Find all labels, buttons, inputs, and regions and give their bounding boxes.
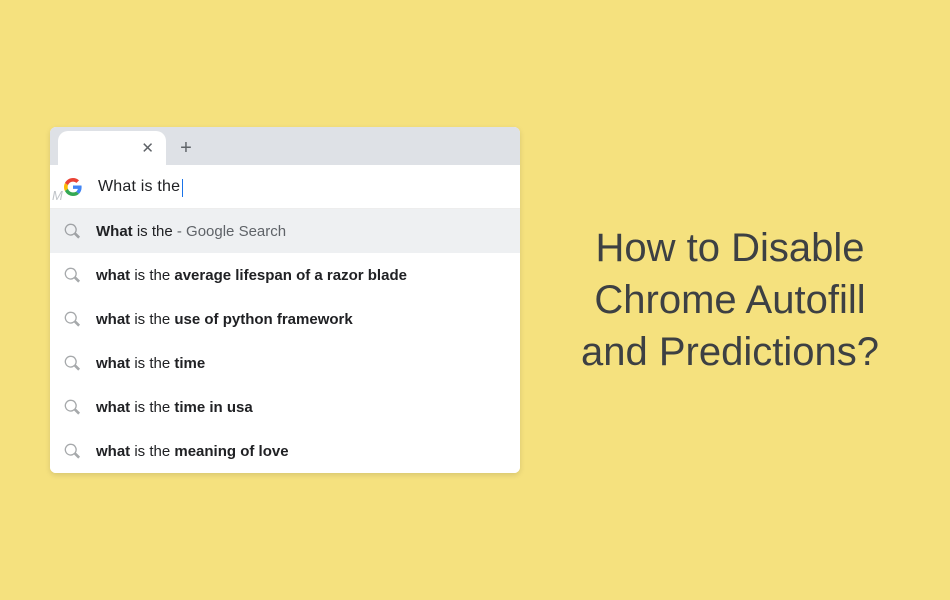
plus-icon: + xyxy=(180,138,192,158)
new-tab-button[interactable]: + xyxy=(172,134,200,162)
suggestion-text: what is the meaning of love xyxy=(96,443,289,460)
search-icon xyxy=(64,311,80,327)
close-icon[interactable]: ✕ xyxy=(141,141,154,156)
clipped-label: M xyxy=(52,188,63,203)
suggestion-text: what is the time xyxy=(96,355,205,372)
suggestion-text: what is the average lifespan of a razor … xyxy=(96,267,407,284)
search-icon xyxy=(64,267,80,283)
suggestion-item[interactable]: what is the meaning of love xyxy=(50,429,520,473)
text-cursor xyxy=(182,179,183,197)
suggestion-item[interactable]: what is the average lifespan of a razor … xyxy=(50,253,520,297)
suggestion-list: What is the - Google Search what is the … xyxy=(50,209,520,473)
suggestion-item[interactable]: what is the time in usa xyxy=(50,385,520,429)
headline-text: How to Disable Chrome Autofill and Predi… xyxy=(560,222,900,378)
search-icon xyxy=(64,399,80,415)
suggestion-item[interactable]: What is the - Google Search xyxy=(50,209,520,253)
browser-window: ✕ + What is the What is the - Google Sea… xyxy=(50,127,520,473)
search-icon xyxy=(64,355,80,371)
google-icon xyxy=(64,178,82,196)
suggestion-text: what is the time in usa xyxy=(96,399,253,416)
suggestion-text: What is the - Google Search xyxy=(96,223,286,240)
tab-strip: ✕ + xyxy=(50,127,520,165)
suggestion-item[interactable]: what is the time xyxy=(50,341,520,385)
suggestion-item[interactable]: what is the use of python framework xyxy=(50,297,520,341)
address-bar[interactable]: What is the xyxy=(50,165,520,209)
omnibox-input[interactable]: What is the xyxy=(98,178,182,196)
suggestion-text: what is the use of python framework xyxy=(96,311,353,328)
browser-tab[interactable]: ✕ xyxy=(58,131,166,165)
search-icon xyxy=(64,223,80,239)
search-icon xyxy=(64,443,80,459)
